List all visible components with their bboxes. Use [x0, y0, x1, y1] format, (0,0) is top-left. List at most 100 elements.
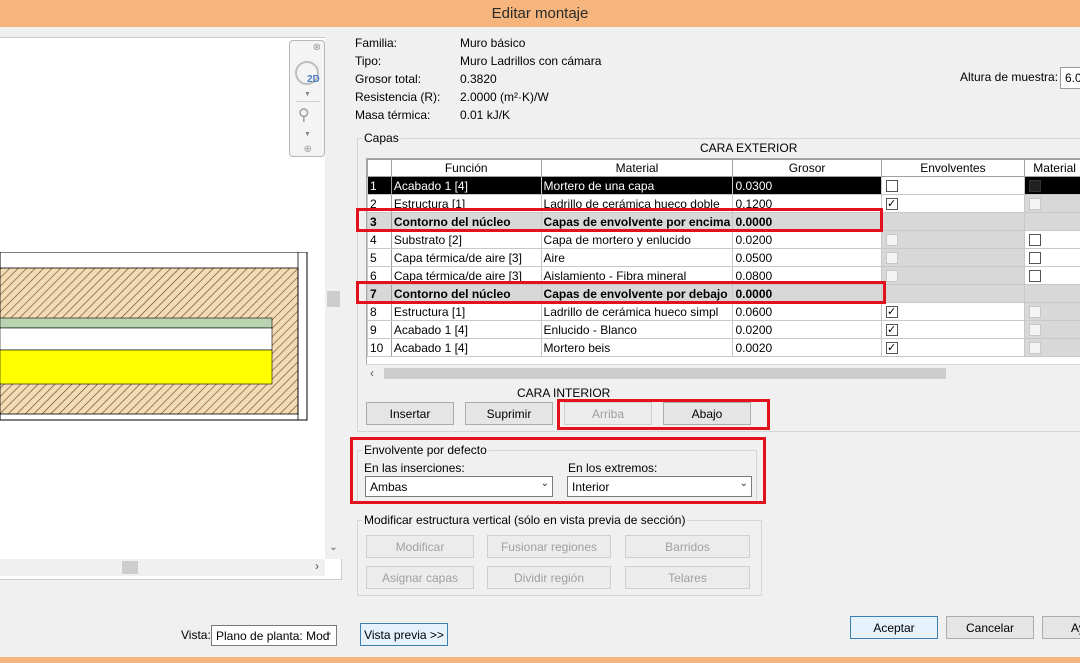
zoom-icon[interactable]: ⚲ [298, 105, 310, 125]
inserts-select[interactable]: Ambas ⌄ [365, 476, 553, 497]
move-up-button[interactable]: Arriba [564, 402, 652, 425]
row-function[interactable]: Capa térmica/de aire [3] [390, 266, 542, 285]
row-material[interactable]: Aislamiento - Fibra mineral [540, 266, 734, 285]
expand-icon[interactable]: ⊕ [304, 144, 312, 155]
row-wraps-cell[interactable]: ✓ [880, 338, 1026, 357]
row-function[interactable]: Estructura [1] [390, 194, 542, 213]
row-material-cell[interactable] [1024, 194, 1080, 213]
table-row[interactable]: 4 Substrato [2] Capa de mortero y enluci… [367, 230, 1080, 249]
table-row[interactable]: 2 Estructura [1] Ladrillo de cerámica hu… [367, 194, 1080, 213]
chevron-down-icon[interactable]: ⌄ [740, 478, 748, 489]
assign-layers-button[interactable]: Asignar capas [366, 566, 474, 589]
preview-vertical-scrollbar[interactable]: ⌄ [325, 37, 342, 559]
wraps-checkbox[interactable]: ✓ [885, 306, 898, 319]
merge-regions-button[interactable]: Fusionar regiones [487, 535, 611, 558]
structural-material-checkbox[interactable] [1029, 270, 1042, 283]
row-thickness[interactable]: 0.0000 [732, 284, 882, 303]
row-function[interactable]: Substrato [2] [390, 230, 542, 249]
ok-button[interactable]: Aceptar [850, 616, 938, 639]
row-function[interactable]: Acabado 1 [4] [390, 320, 542, 339]
insert-button[interactable]: Insertar [366, 402, 454, 425]
table-row[interactable]: 1 Acabado 1 [4] Mortero de una capa 0.03… [367, 176, 1080, 195]
column-header-thickness[interactable]: Grosor [732, 159, 882, 177]
reveals-button[interactable]: Telares [625, 566, 750, 589]
table-row[interactable]: 5 Capa térmica/de aire [3] Aire 0.0500 [367, 248, 1080, 267]
table-row[interactable]: 8 Estructura [1] Ladrillo de cerámica hu… [367, 302, 1080, 321]
structural-material-checkbox[interactable] [1029, 180, 1042, 193]
scroll-thumb[interactable] [327, 291, 340, 307]
ends-select[interactable]: Interior ⌄ [567, 476, 752, 497]
view-select[interactable]: Plano de planta: Mod ⌄ [211, 625, 337, 646]
row-function[interactable]: Acabado 1 [4] [390, 176, 542, 195]
row-material[interactable]: Ladrillo de cerámica hueco simpl [540, 302, 734, 321]
close-icon[interactable]: ⊗ [313, 42, 321, 53]
wraps-checkbox[interactable]: ✓ [885, 342, 898, 355]
row-material[interactable]: Mortero beis [540, 338, 734, 357]
structural-material-checkbox[interactable] [1029, 234, 1042, 247]
chevron-down-icon[interactable]: ⌄ [325, 627, 333, 638]
chevron-down-icon[interactable]: ⌄ [541, 478, 549, 489]
column-header-function[interactable]: Función [390, 159, 542, 177]
table-row[interactable]: 10 Acabado 1 [4] Mortero beis 0.0020 ✓ [367, 338, 1080, 357]
split-region-button[interactable]: Dividir región [487, 566, 611, 589]
dropdown-arrow-icon[interactable]: ▼ [304, 91, 311, 98]
row-material[interactable]: Ladrillo de cerámica hueco doble [540, 194, 734, 213]
navigation-bar[interactable]: ⊗ 2D ▼ ⚲ ▼ ⊕ [289, 40, 325, 157]
row-thickness[interactable]: 0.0300 [732, 176, 882, 195]
row-thickness[interactable]: 0.0500 [732, 248, 882, 267]
row-function[interactable]: Contorno del núcleo [390, 212, 542, 231]
row-material[interactable]: Capas de envolvente por debajo [540, 284, 734, 303]
wraps-checkbox[interactable]: ✓ [885, 180, 898, 193]
preview-toggle-button[interactable]: Vista previa >> [360, 623, 448, 646]
sample-height-input[interactable]: 6.0 [1060, 67, 1080, 89]
modify-button[interactable]: Modificar [366, 535, 474, 558]
row-thickness[interactable]: 0.0200 [732, 320, 882, 339]
row-wraps-cell[interactable]: ✓ [880, 176, 1026, 195]
row-wraps-cell[interactable]: ✓ [880, 320, 1026, 339]
row-material[interactable]: Enlucido - Blanco [540, 320, 734, 339]
sweeps-button[interactable]: Barridos [625, 535, 750, 558]
row-thickness[interactable]: 0.0200 [732, 230, 882, 249]
table-row[interactable]: 3 Contorno del núcleo Capas de envolvent… [367, 212, 1080, 231]
row-material-cell[interactable] [1024, 248, 1080, 267]
column-header-wraps[interactable]: Envolventes [880, 159, 1026, 177]
row-material[interactable]: Capa de mortero y enlucido [540, 230, 734, 249]
row-material-cell[interactable] [1024, 230, 1080, 249]
wraps-checkbox[interactable]: ✓ [885, 198, 898, 211]
table-row[interactable]: 6 Capa térmica/de aire [3] Aislamiento -… [367, 266, 1080, 285]
row-material-cell[interactable] [1024, 176, 1080, 195]
column-header-material-2[interactable]: Material [1024, 159, 1080, 177]
structural-material-checkbox[interactable] [1029, 252, 1042, 265]
column-header-material[interactable]: Material [540, 159, 734, 177]
chevron-down-icon[interactable]: ⌄ [325, 542, 342, 557]
row-thickness[interactable]: 0.0000 [732, 212, 882, 231]
row-thickness[interactable]: 0.0800 [732, 266, 882, 285]
layers-table-scrollbar[interactable]: ‹ [366, 364, 1080, 381]
table-row[interactable]: 9 Acabado 1 [4] Enlucido - Blanco 0.0200… [367, 320, 1080, 339]
row-function[interactable]: Contorno del núcleo [390, 284, 542, 303]
row-thickness[interactable]: 0.0020 [732, 338, 882, 357]
table-row[interactable]: 7 Contorno del núcleo Capas de envolvent… [367, 284, 1080, 303]
chevron-left-icon[interactable]: ‹ [370, 366, 374, 380]
layers-table[interactable]: Función Material Grosor Envolventes Mate… [366, 158, 1080, 380]
row-wraps-cell[interactable]: ✓ [880, 302, 1026, 321]
row-wraps-cell[interactable]: ✓ [880, 194, 1026, 213]
move-down-button[interactable]: Abajo [663, 402, 751, 425]
row-function[interactable]: Capa térmica/de aire [3] [390, 248, 542, 267]
row-function[interactable]: Estructura [1] [390, 302, 542, 321]
cancel-button[interactable]: Cancelar [946, 616, 1034, 639]
wraps-checkbox[interactable]: ✓ [885, 324, 898, 337]
row-thickness[interactable]: 0.1200 [732, 194, 882, 213]
help-button[interactable]: Ay [1042, 616, 1080, 639]
row-material[interactable]: Mortero de una capa [540, 176, 734, 195]
row-material[interactable]: Aire [540, 248, 734, 267]
row-material[interactable]: Capas de envolvente por encima [540, 212, 734, 231]
dropdown-arrow-icon[interactable]: ▼ [304, 131, 311, 138]
row-thickness[interactable]: 0.0600 [732, 302, 882, 321]
chevron-right-icon[interactable]: › [311, 559, 323, 576]
row-function[interactable]: Acabado 1 [4] [390, 338, 542, 357]
scroll-thumb[interactable] [384, 368, 946, 379]
scroll-thumb[interactable] [122, 561, 138, 574]
preview-horizontal-scrollbar[interactable]: › [0, 559, 325, 576]
delete-button[interactable]: Suprimir [465, 402, 553, 425]
